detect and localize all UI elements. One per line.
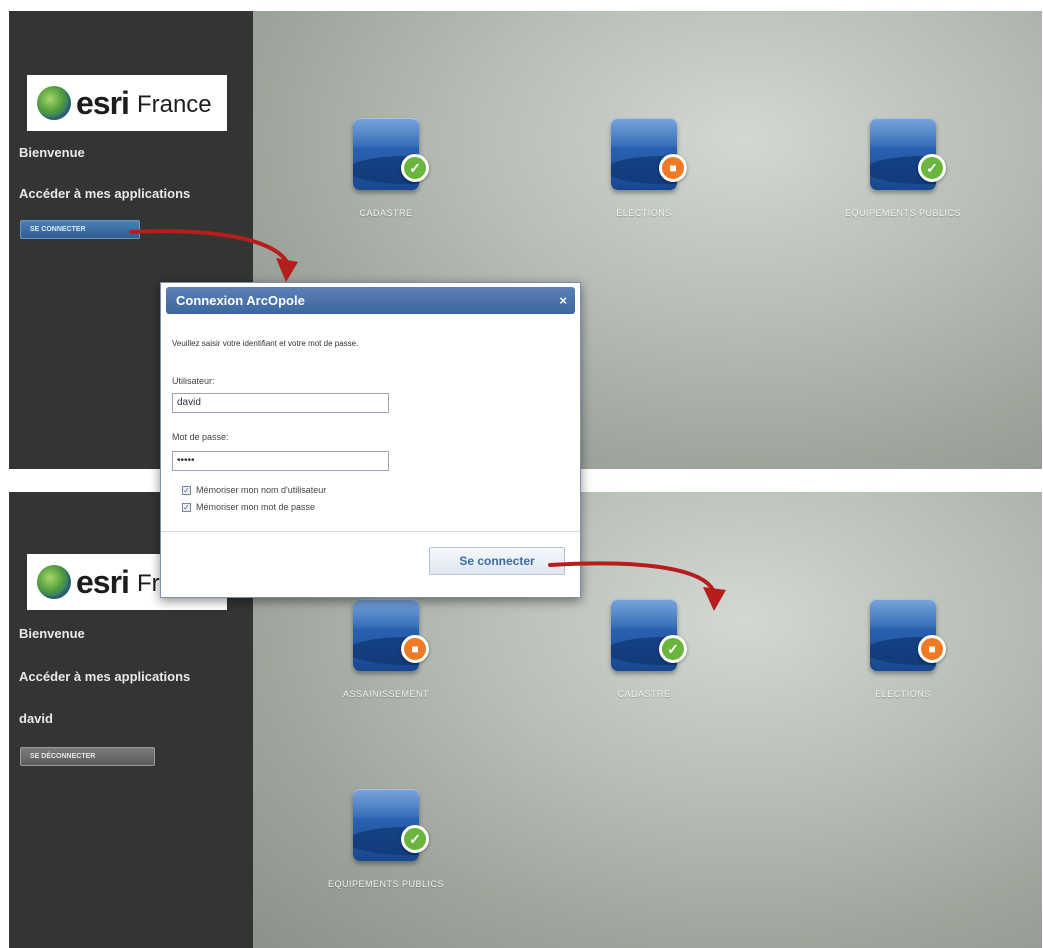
globe-icon (37, 86, 71, 120)
globe-icon (37, 565, 71, 599)
disconnect-button[interactable]: SE DÉCONNECTER (20, 747, 155, 766)
app-label: EQUIPEMENTS PUBLICS (844, 208, 962, 218)
dialog-titlebar: Connexion ArcOpole × (166, 287, 575, 314)
app-label: ASSAINISSEMENT (342, 689, 430, 699)
password-label: Mot de passe: (172, 432, 229, 442)
app-cadastre[interactable]: ✓ CADASTRE (311, 118, 461, 218)
password-field[interactable]: ••••• (172, 451, 389, 471)
close-icon[interactable]: × (559, 287, 567, 314)
app-cadastre[interactable]: ✓ CADASTRE (569, 599, 719, 699)
screenshot-page: esri France Bienvenue Accéder à mes appl… (0, 0, 1043, 948)
welcome-text: Bienvenue (19, 145, 85, 160)
app-equipements-publics[interactable]: ✓ EQUIPEMENTS PUBLICS (311, 789, 461, 889)
lock-icon: ■ (659, 154, 687, 182)
logo-sub: France (136, 91, 212, 118)
dialog-prompt: Veuillez saisir votre identifiant et vot… (172, 339, 359, 348)
app-label: CADASTRE (359, 208, 413, 218)
apps-title: Accéder à mes applications (19, 669, 191, 684)
remember-user-label: Mémoriser mon nom d'utilisateur (196, 485, 327, 495)
login-dialog: Connexion ArcOpole × Veuillez saisir vot… (160, 282, 581, 598)
username-text: david (19, 711, 53, 726)
logo-brand: esri (76, 563, 130, 600)
app-label: ELECTIONS (616, 208, 672, 218)
submit-button[interactable]: Se connecter (429, 547, 565, 575)
check-icon: ✓ (659, 635, 687, 663)
check-icon: ✓ (401, 825, 429, 853)
username-label: Utilisateur: (172, 376, 215, 386)
apps-title: Accéder à mes applications (19, 186, 191, 201)
username-field[interactable]: david (172, 393, 389, 413)
remember-user-checkbox[interactable]: ✓ Mémoriser mon nom d'utilisateur (182, 485, 326, 495)
remember-password-label: Mémoriser mon mot de passe (196, 502, 316, 512)
checkbox-checked-icon: ✓ (182, 485, 191, 495)
app-label: EQUIPEMENTS PUBLICS (327, 879, 445, 889)
lock-icon: ■ (918, 635, 946, 663)
app-assainissement[interactable]: ■ ASSAINISSEMENT (311, 599, 461, 699)
app-label: ELECTIONS (875, 689, 931, 699)
esri-france-logo: esri France (27, 75, 227, 131)
app-equipements-publics[interactable]: ✓ EQUIPEMENTS PUBLICS (828, 118, 978, 218)
lock-icon: ■ (401, 635, 429, 663)
app-label: CADASTRE (617, 689, 671, 699)
check-icon: ✓ (401, 154, 429, 182)
welcome-text: Bienvenue (19, 626, 85, 641)
app-elections[interactable]: ■ ELECTIONS (828, 599, 978, 699)
app-elections[interactable]: ■ ELECTIONS (569, 118, 719, 218)
checkbox-checked-icon: ✓ (182, 502, 191, 512)
dialog-title: Connexion ArcOpole (176, 293, 305, 308)
dialog-separator (161, 531, 580, 532)
remember-password-checkbox[interactable]: ✓ Mémoriser mon mot de passe (182, 502, 315, 512)
connect-button[interactable]: SE CONNECTER (20, 220, 140, 239)
check-icon: ✓ (918, 154, 946, 182)
logo-brand: esri (76, 84, 130, 121)
